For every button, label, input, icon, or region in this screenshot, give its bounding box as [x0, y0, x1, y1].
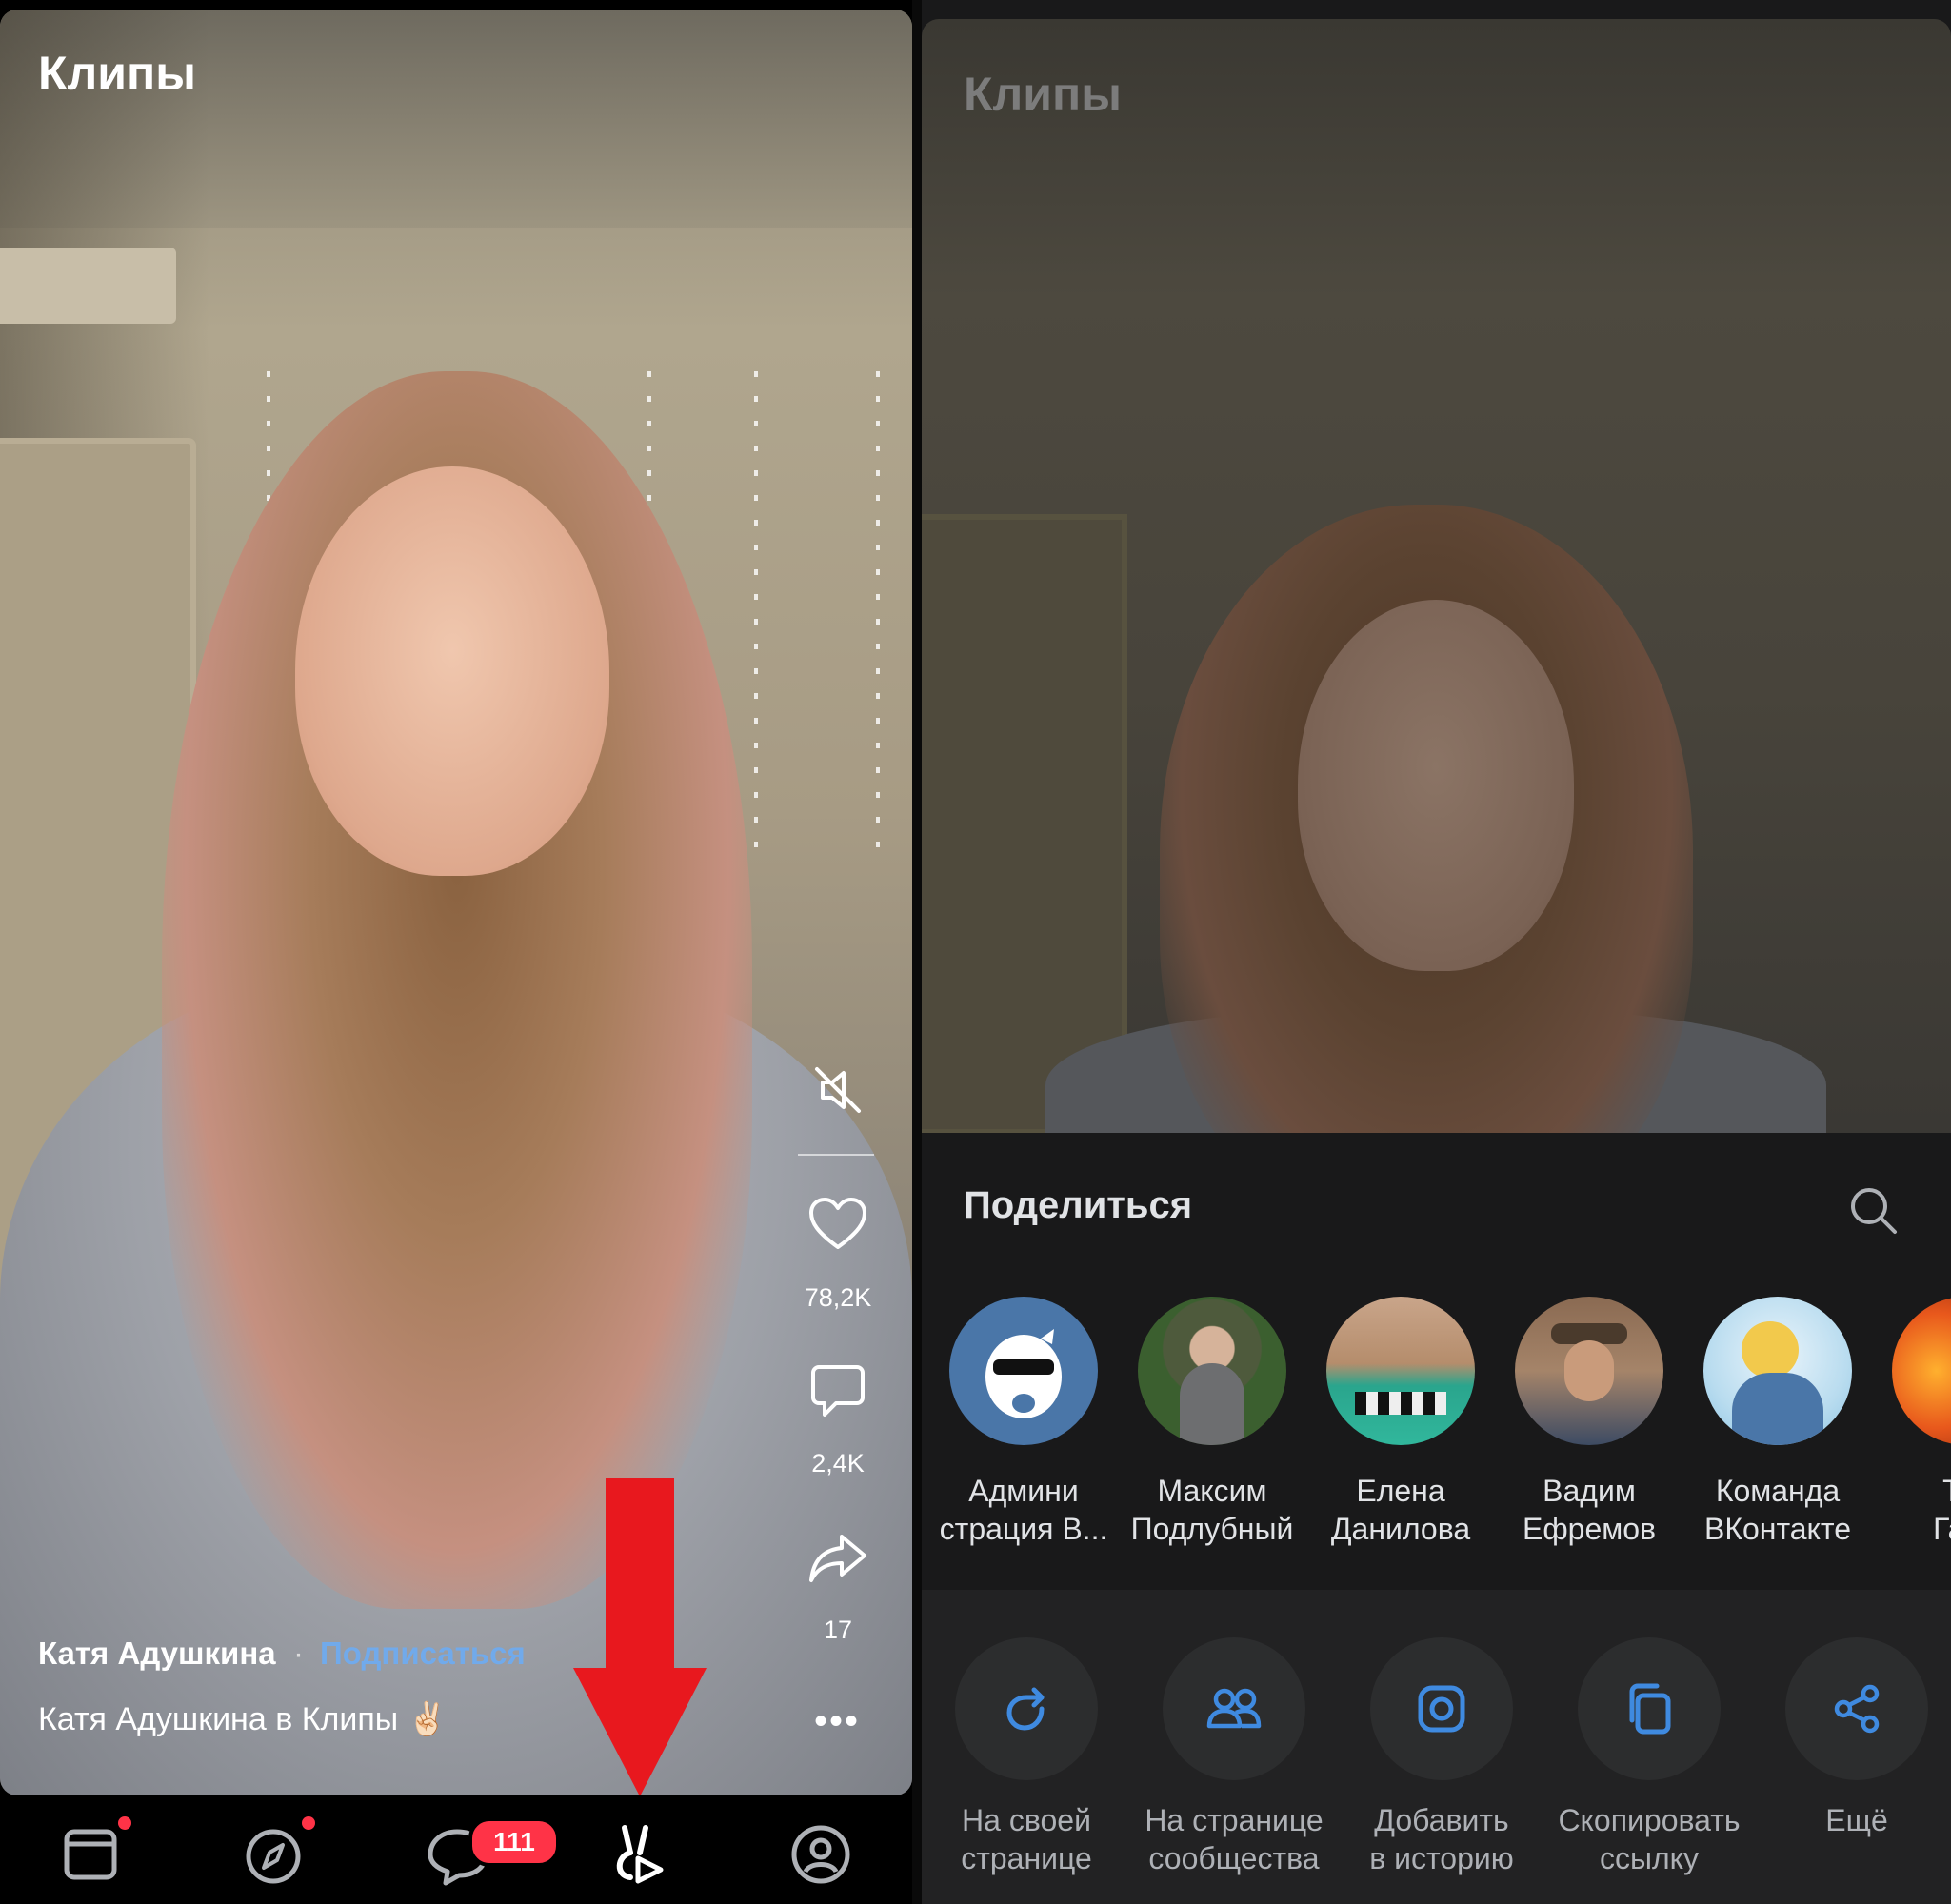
sheet-divider — [922, 1590, 1951, 1605]
video-background-ac — [0, 248, 176, 324]
share-contact[interactable]: Максим Подлубный — [1122, 1297, 1303, 1548]
action-label: Ещё — [1825, 1803, 1888, 1837]
video-background-door — [922, 514, 1127, 1133]
avatar — [1326, 1297, 1475, 1445]
share-to-community-button[interactable]: На странице сообщества — [1129, 1637, 1339, 1877]
share-sheet-title: Поделиться — [964, 1184, 1193, 1226]
avatar — [1515, 1297, 1663, 1445]
page-title: Клипы — [964, 68, 1122, 121]
red-arrow-annotation — [573, 1478, 707, 1796]
avatar — [949, 1297, 1098, 1445]
action-circle — [1578, 1637, 1721, 1780]
video-lights — [754, 371, 758, 866]
muted-sound-icon[interactable] — [809, 1061, 866, 1119]
action-circle — [1370, 1637, 1513, 1780]
clip-caption: Катя Адушкина в Клипы ✌🏻 — [38, 1701, 448, 1737]
share-count: 17 — [823, 1616, 853, 1644]
share-contact[interactable]: Команда ВКонтакте — [1687, 1297, 1868, 1548]
dimmed-clip-video — [922, 19, 1951, 1133]
subscribe-button[interactable]: Подписаться — [320, 1636, 526, 1672]
share-sheet: Поделиться Админи страция В... Максим По… — [922, 1133, 1951, 1904]
messages-badge: 111 — [468, 1817, 560, 1867]
community-icon — [1206, 1688, 1262, 1729]
copy-link-button[interactable]: Скопировать ссылку — [1544, 1637, 1754, 1877]
video-lights — [876, 371, 880, 866]
share-arrow-icon[interactable] — [807, 1531, 868, 1586]
discover-icon[interactable] — [235, 1815, 311, 1891]
newsfeed-notification-dot — [118, 1816, 131, 1830]
comment-count: 2,4K — [811, 1449, 865, 1478]
contact-name: Команда ВКонтакте — [1704, 1474, 1851, 1546]
actions-divider — [798, 1154, 874, 1156]
contact-name: Вадим Ефремов — [1522, 1474, 1657, 1546]
like-count: 78,2K — [804, 1283, 872, 1312]
page-title: Клипы — [38, 47, 196, 100]
more-options-icon[interactable]: ••• — [814, 1702, 860, 1740]
share-to-own-page-button[interactable]: На своей странице — [922, 1637, 1131, 1877]
discover-notification-dot — [302, 1816, 315, 1830]
video-person-face — [1298, 600, 1574, 971]
share-contact[interactable]: Вадим Ефремов — [1499, 1297, 1680, 1548]
author-separator: · — [293, 1636, 304, 1671]
action-circle — [1163, 1637, 1305, 1780]
share-contact[interactable]: Админи страция В... — [933, 1297, 1114, 1548]
action-circle — [1785, 1637, 1928, 1780]
share-contact[interactable]: Тат Гайд — [1876, 1297, 1951, 1548]
repost-icon — [1006, 1687, 1045, 1731]
avatar — [1703, 1297, 1852, 1445]
contact-name: Админи страция В... — [939, 1474, 1108, 1546]
clip-author-name[interactable]: Катя Адушкина — [38, 1636, 276, 1672]
add-to-story-button[interactable]: Добавить в историю — [1337, 1637, 1546, 1877]
contact-name: Тат Гайд — [1933, 1474, 1951, 1546]
clip-video[interactable] — [0, 10, 912, 1795]
clips-icon[interactable] — [602, 1815, 678, 1891]
action-label: Добавить в историю — [1369, 1803, 1514, 1875]
contact-name: Максим Подлубный — [1130, 1474, 1294, 1546]
avatar — [1892, 1297, 1951, 1445]
like-heart-icon[interactable] — [807, 1196, 868, 1253]
action-circle — [955, 1637, 1098, 1780]
share-contact[interactable]: Елена Данилова — [1310, 1297, 1491, 1548]
search-icon[interactable] — [1845, 1182, 1902, 1240]
clip-player-screen: Клипы 78,2K 2,4K 17 ••• Катя Адушкина · … — [0, 0, 912, 1904]
copy-link-icon — [1629, 1683, 1671, 1735]
story-icon — [1418, 1685, 1465, 1733]
contact-name: Елена Данилова — [1330, 1474, 1471, 1546]
video-person-face — [295, 466, 609, 876]
comment-icon[interactable] — [809, 1361, 866, 1420]
share-screen: Клипы Поделиться Админи страция В... Мак… — [922, 0, 1951, 1904]
profile-icon[interactable] — [783, 1815, 859, 1891]
action-label: На странице сообщества — [1145, 1803, 1324, 1875]
share-more-icon — [1834, 1684, 1880, 1734]
action-label: На своей странице — [961, 1803, 1092, 1875]
action-label: Скопировать ссылку — [1558, 1803, 1741, 1875]
share-more-button[interactable]: Ещё — [1752, 1637, 1951, 1839]
avatar — [1138, 1297, 1286, 1445]
bottom-tab-bar: 111 — [0, 1795, 912, 1904]
